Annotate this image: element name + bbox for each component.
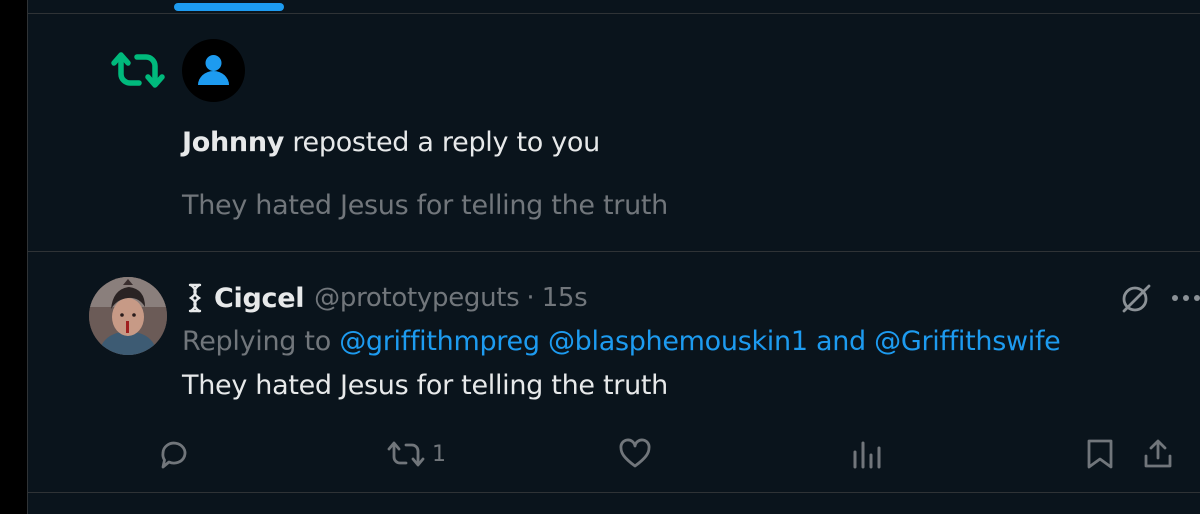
divider bbox=[28, 492, 1200, 493]
actor-name[interactable]: Johnny bbox=[182, 127, 284, 158]
more-icon[interactable] bbox=[1169, 288, 1200, 308]
grok-icon[interactable] bbox=[1120, 282, 1152, 314]
avatar[interactable] bbox=[89, 277, 167, 355]
separator: · bbox=[526, 283, 535, 313]
tweet-header: Cigcel @prototypeguts · 15s bbox=[182, 281, 588, 315]
views-icon bbox=[853, 441, 881, 469]
replying-prefix: Replying to bbox=[182, 326, 340, 357]
notification-preview: They hated Jesus for telling the truth bbox=[182, 190, 668, 221]
mention-link[interactable]: @griffithmpreg bbox=[339, 326, 540, 357]
notification-text: Johnny reposted a reply to you bbox=[182, 127, 600, 158]
notifications-column: Johnny reposted a reply to you They hate… bbox=[27, 0, 1200, 514]
badge-icon bbox=[188, 283, 202, 313]
timestamp[interactable]: 15s bbox=[542, 283, 588, 313]
repost-icon bbox=[111, 52, 165, 88]
divider bbox=[28, 251, 1200, 252]
notification-action: reposted a reply to you bbox=[284, 127, 600, 158]
replying-to: Replying to @griffithmpreg @blasphemousk… bbox=[182, 326, 1061, 357]
like-button[interactable] bbox=[618, 436, 652, 472]
reply-button[interactable] bbox=[157, 436, 191, 472]
display-name[interactable]: Cigcel bbox=[214, 283, 304, 314]
repost-button[interactable]: 1 bbox=[386, 436, 446, 472]
repost-icon bbox=[387, 441, 425, 467]
mention-link[interactable]: @Griffithswife bbox=[874, 326, 1061, 357]
bookmark-button[interactable] bbox=[1086, 436, 1114, 472]
share-button[interactable] bbox=[1142, 436, 1174, 472]
mention-conjunction[interactable]: and bbox=[808, 326, 874, 357]
reply-icon bbox=[161, 441, 187, 469]
active-tab-indicator bbox=[174, 3, 284, 11]
bookmark-icon bbox=[1087, 439, 1113, 469]
heart-icon bbox=[619, 438, 651, 468]
share-icon bbox=[1144, 439, 1172, 468]
user-handle[interactable]: @prototypeguts bbox=[314, 283, 520, 313]
default-avatar-icon[interactable] bbox=[182, 39, 245, 102]
mention-link[interactable]: @blasphemouskin1 bbox=[548, 326, 808, 357]
repost-count: 1 bbox=[432, 441, 446, 467]
divider bbox=[28, 13, 1200, 14]
views-button[interactable] bbox=[851, 436, 883, 472]
tweet-text: They hated Jesus for telling the truth bbox=[182, 370, 668, 401]
